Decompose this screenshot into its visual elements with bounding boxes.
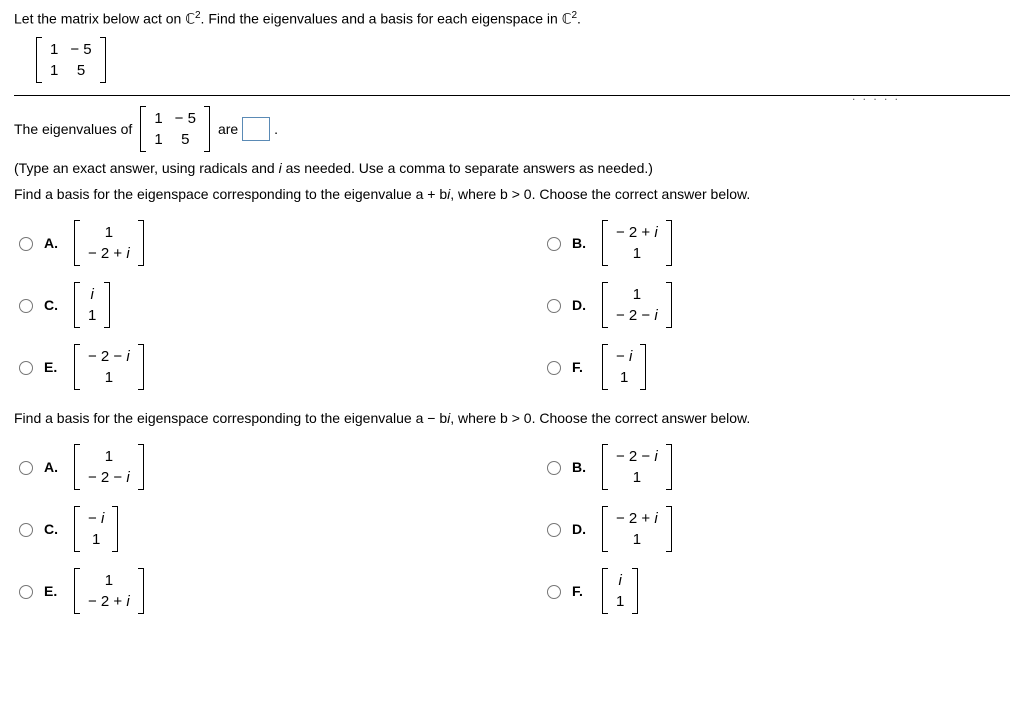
q2-option-c[interactable]: C. − i1 — [14, 504, 482, 554]
q1-radio-f[interactable] — [547, 361, 561, 375]
q1-matrix-b: − 2 + i1 — [602, 220, 672, 266]
eig-text-b: are — [218, 121, 238, 137]
complex-set-1: ℂ — [185, 13, 195, 28]
question-1-prompt: Find a basis for the eigenspace correspo… — [14, 186, 1010, 202]
q2-label-b: B. — [572, 459, 590, 475]
q2-option-d[interactable]: D. − 2 + i1 — [542, 504, 1010, 554]
q1-label-c: C. — [44, 297, 62, 313]
q2-radio-e[interactable] — [19, 585, 33, 599]
q2-radio-b[interactable] — [547, 461, 561, 475]
q1-option-f[interactable]: F. − i1 — [542, 342, 1010, 392]
question-intro: Let the matrix below act on ℂ2. Find the… — [14, 10, 1010, 29]
intro-text-c: . — [577, 11, 581, 27]
q1-text: Find a basis for the eigenspace correspo… — [14, 186, 750, 202]
mi-r2c2: 5 — [169, 129, 202, 150]
q2-text: Find a basis for the eigenspace correspo… — [14, 410, 750, 426]
q2-option-a[interactable]: A. 1− 2 − i — [14, 442, 482, 492]
q1-option-d[interactable]: D. 1− 2 − i — [542, 280, 1010, 330]
q2-label-d: D. — [572, 521, 590, 537]
q1-radio-e[interactable] — [19, 361, 33, 375]
q2-options: A. 1− 2 − i B. − 2 − i1 C. − i1 D. − 2 +… — [14, 442, 1010, 616]
q1-label-d: D. — [572, 297, 590, 313]
intro-text-a: Let the matrix below act on — [14, 11, 185, 27]
mi-r1c1: 1 — [148, 108, 168, 129]
q1-radio-b[interactable] — [547, 237, 561, 251]
q2-label-e: E. — [44, 583, 62, 599]
q2-label-c: C. — [44, 521, 62, 537]
mi-r2c1: 1 — [148, 129, 168, 150]
display-matrix-block: 1− 5 15 — [32, 35, 1010, 85]
q2-radio-c[interactable] — [19, 523, 33, 537]
q2-option-b[interactable]: B. − 2 − i1 — [542, 442, 1010, 492]
q1-option-c[interactable]: C. i1 — [14, 280, 482, 330]
eig-text-c: . — [274, 121, 278, 137]
q1-label-f: F. — [572, 359, 590, 375]
matrix-display: 1− 5 15 — [36, 37, 106, 83]
question-2-prompt: Find a basis for the eigenspace correspo… — [14, 410, 1010, 426]
q1-matrix-a: 1− 2 + i — [74, 220, 144, 266]
q2-option-e[interactable]: E. 1− 2 + i — [14, 566, 482, 616]
q1-radio-d[interactable] — [547, 299, 561, 313]
answer-hint-text: (Type an exact answer, using radicals an… — [14, 160, 653, 176]
q2-matrix-d: − 2 + i1 — [602, 506, 672, 552]
q2-label-a: A. — [44, 459, 62, 475]
m-r2c2: 5 — [64, 60, 97, 81]
q1-option-e[interactable]: E. − 2 − i1 — [14, 342, 482, 392]
matrix-inline: 1− 5 15 — [140, 106, 210, 152]
eigenvalue-entry-row: The eigenvalues of 1− 5 15 are . — [14, 104, 1010, 154]
ellipsis-icon: . . . . . — [852, 89, 900, 103]
q2-matrix-c: − i1 — [74, 506, 118, 552]
q1-label-b: B. — [572, 235, 590, 251]
complex-set-2: ℂ — [562, 13, 572, 28]
mi-r1c2: − 5 — [169, 108, 202, 129]
m-r2c1: 1 — [44, 60, 64, 81]
q1-label-e: E. — [44, 359, 62, 375]
q1-radio-a[interactable] — [19, 237, 33, 251]
q2-radio-a[interactable] — [19, 461, 33, 475]
eigenvalue-input[interactable] — [242, 117, 270, 141]
q1-matrix-f: − i1 — [602, 344, 646, 390]
intro-text-b: . Find the eigenvalues and a basis for e… — [201, 11, 562, 27]
q2-radio-d[interactable] — [547, 523, 561, 537]
q1-radio-c[interactable] — [19, 299, 33, 313]
q1-label-a: A. — [44, 235, 62, 251]
q1-matrix-e: − 2 − i1 — [74, 344, 144, 390]
q2-matrix-f: i1 — [602, 568, 638, 614]
q2-label-f: F. — [572, 583, 590, 599]
m-r1c1: 1 — [44, 39, 64, 60]
q2-matrix-a: 1− 2 − i — [74, 444, 144, 490]
q1-matrix-c: i1 — [74, 282, 110, 328]
q2-matrix-b: − 2 − i1 — [602, 444, 672, 490]
eig-text-a: The eigenvalues of — [14, 121, 132, 137]
q1-matrix-d: 1− 2 − i — [602, 282, 672, 328]
q1-option-b[interactable]: B. − 2 + i1 — [542, 218, 1010, 268]
q1-options: A. 1− 2 + i B. − 2 + i1 C. i1 D. 1− 2 − … — [14, 218, 1010, 392]
q2-option-f[interactable]: F. i1 — [542, 566, 1010, 616]
q1-option-a[interactable]: A. 1− 2 + i — [14, 218, 482, 268]
q2-radio-f[interactable] — [547, 585, 561, 599]
answer-hint: (Type an exact answer, using radicals an… — [14, 160, 1010, 176]
q2-matrix-e: 1− 2 + i — [74, 568, 144, 614]
m-r1c2: − 5 — [64, 39, 97, 60]
